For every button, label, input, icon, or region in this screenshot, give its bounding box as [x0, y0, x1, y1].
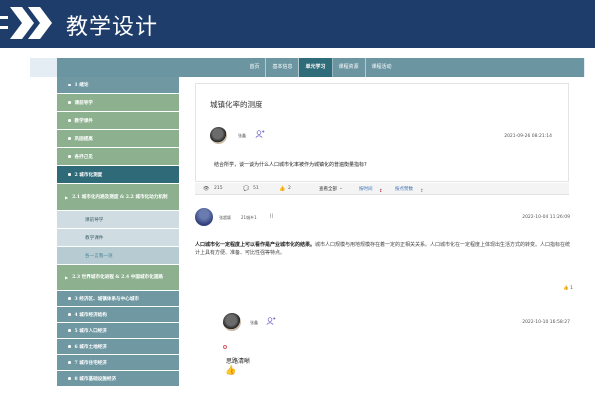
chevron-down-icon: ⌄ — [339, 186, 343, 191]
question-text: 结合所学，谈一谈为什么人口城市化率被作为城镇化的普遍衡量指标? — [214, 162, 367, 168]
triangle-icon: ▶ — [65, 275, 69, 280]
bullet-icon — [68, 313, 71, 316]
comments-count: 51 — [253, 186, 259, 191]
sort-by-likes-link[interactable]: 按点赞数 — [395, 186, 413, 192]
sidebar-item-label: 教学课件 — [74, 118, 93, 124]
thumbs-up-icon: 👍 — [563, 286, 569, 291]
sidebar-item-3[interactable]: 3 经济区、城镇体系与中心城市 — [57, 291, 179, 307]
reply-author[interactable]: 张鑫 — [250, 320, 258, 326]
bullet-icon — [68, 83, 71, 87]
reply-marker-icon — [223, 345, 227, 349]
bullet-icon — [68, 119, 71, 122]
answer-separator: || — [270, 214, 274, 219]
top-nav: 首页 基本信息 单元学习 课程资源 课程活动 — [57, 58, 584, 77]
bullet-icon — [68, 137, 71, 140]
reply-time: 2022-10-10 16:58:27 — [522, 320, 570, 325]
tab-basic-info[interactable]: 基本信息 — [266, 58, 300, 77]
bullet-icon — [68, 377, 71, 380]
bullet-icon — [68, 361, 71, 364]
thumbs-up-emoji-icon: 👍 — [225, 366, 237, 376]
triangle-icon: ▶ — [65, 194, 69, 200]
tab-unit-study[interactable]: 单元学习 — [299, 58, 333, 77]
sidebar-item-4[interactable]: 4 城市经济结构 — [57, 307, 179, 323]
views-count: 215 — [214, 186, 223, 191]
sidebar-item-discussion[interactable]: 各抒己见 — [57, 148, 179, 166]
answer-like-button[interactable]: 👍 1 — [563, 286, 573, 291]
bullet-icon — [68, 173, 71, 176]
sidebar-subitem-discussion[interactable]: 各一言我一语 — [57, 247, 179, 265]
bullet-icon — [68, 345, 71, 348]
reply-text: 思路清晰 — [226, 358, 251, 365]
sidebar-item-label: 教学课件 — [85, 235, 104, 241]
sidebar-item-slides[interactable]: 教学课件 — [57, 112, 179, 130]
sidebar-item-label: 1 绪论 — [74, 83, 89, 88]
sidebar-item-2-3[interactable]: ▶ 2.3 世界城市化进程 & 2.4 中国城市化道路 — [57, 265, 179, 291]
avatar[interactable] — [195, 208, 213, 226]
sidebar-item-7[interactable]: 7 城市住宅经济 — [57, 355, 179, 371]
answer-time: 2022-10-04 11:26:09 — [522, 215, 570, 220]
answer-class: 21城乡1 — [241, 215, 257, 220]
sidebar-item-preview[interactable]: 课前导学 — [57, 94, 179, 112]
sidebar-item-label: 巩固提高 — [74, 136, 93, 142]
sidebar-item-label: 8 城市基础设施经济 — [74, 376, 117, 382]
title-banner: 教学设计 — [0, 0, 595, 48]
sidebar-subitem-slides[interactable]: 教学课件 — [57, 229, 179, 247]
question-author[interactable]: 张鑫 — [238, 133, 246, 139]
sidebar-item-8[interactable]: 8 城市基础设施经济 — [57, 371, 179, 387]
friend-icon[interactable] — [266, 317, 276, 325]
sidebar-item-label: 2.1 城市化内涵及测度 & 2.2 城市化动力机制 — [72, 194, 168, 200]
view-all-link[interactable]: 查看全部 — [319, 186, 337, 192]
thumbs-up-icon[interactable]: 👍 — [279, 186, 285, 192]
chevron-logo-icon — [0, 7, 52, 39]
question-title: 城镇化率的测度 — [210, 100, 263, 109]
sidebar-item-label: 3 经济区、城镇体系与中心城市 — [74, 296, 140, 302]
avatar[interactable] — [223, 313, 241, 331]
sidebar-item-label: 5 城市人口经济 — [74, 328, 107, 334]
sidebar-item-label: 课前导学 — [85, 217, 104, 223]
sidebar-item-practice[interactable]: 巩固提高 — [57, 130, 179, 148]
answer-likes-count: 1 — [570, 286, 573, 291]
sidebar-item-label: 2 城市化测度 — [74, 172, 103, 178]
sort-by-time-link[interactable]: 按时间 — [359, 186, 373, 192]
answer-author[interactable]: 张超颖 — [219, 215, 231, 221]
tab-course-resources[interactable]: 课程资源 — [333, 58, 366, 77]
comment-icon: 💬 — [243, 186, 250, 192]
sidebar-item-label: 7 城市住宅经济 — [74, 360, 107, 366]
stats-bar: 👁 215 💬 51 👍 2 查看全部 ⌄ 按时间 ↑ ↓ 按点赞数 ↑ ↓ — [195, 183, 569, 195]
bullet-icon — [68, 297, 71, 300]
sidebar-item-label: 4 城市经济结构 — [74, 312, 107, 318]
sidebar-item-2-1[interactable]: ▶ 2.1 城市化内涵及测度 & 2.2 城市化动力机制 — [57, 184, 179, 211]
bullet-icon — [68, 155, 71, 158]
sidebar-item-label: 各抒己见 — [74, 154, 93, 160]
tab-course-activities[interactable]: 课程活动 — [366, 58, 398, 77]
question-card: 城镇化率的测度 张鑫 2021-09-26 08:21:14 结合所学，谈一谈为… — [195, 83, 569, 182]
sidebar-subitem-preview[interactable]: 课前导学 — [57, 211, 179, 229]
sidebar-item-6[interactable]: 6 城市土地经济 — [57, 339, 179, 355]
avatar[interactable] — [210, 127, 227, 144]
tab-home[interactable]: 首页 — [243, 58, 267, 77]
sidebar-item-5[interactable]: 5 城市人口经济 — [57, 323, 179, 339]
banner-title: 教学设计 — [66, 15, 159, 40]
sidebar-item-label: 课前导学 — [74, 100, 93, 106]
main-content: 城镇化率的测度 张鑫 2021-09-26 08:21:14 结合所学，谈一谈为… — [179, 77, 585, 414]
friend-icon[interactable] — [255, 130, 265, 138]
answer-text-bold: 人口城市化一定程度上可以看作是产业城市化的结果。 — [195, 242, 316, 248]
sidebar-item-label: 2.3 世界城市化进程 & 2.4 中国城市化道路 — [72, 275, 163, 280]
bullet-icon — [68, 329, 71, 332]
bullet-icon — [68, 101, 71, 104]
sidebar: 1 绪论 课前导学 教学课件 巩固提高 各抒己见 2 城市化测度 ▶ 2.1 城市… — [57, 77, 179, 414]
eye-icon: 👁 — [203, 186, 210, 192]
question-time: 2021-09-26 08:21:14 — [504, 134, 552, 139]
answer-text: 人口城市化一定程度上可以看作是产业城市化的结果。城市人口规模与用地规模存在着一定… — [195, 241, 575, 257]
sidebar-item-intro[interactable]: 1 绪论 — [57, 77, 179, 94]
sidebar-item-urbanization[interactable]: 2 城市化测度 — [57, 166, 179, 184]
sidebar-item-label: 各一言我一语 — [85, 253, 113, 259]
likes-count: 2 — [288, 186, 291, 191]
sidebar-item-label: 6 城市土地经济 — [74, 344, 107, 350]
